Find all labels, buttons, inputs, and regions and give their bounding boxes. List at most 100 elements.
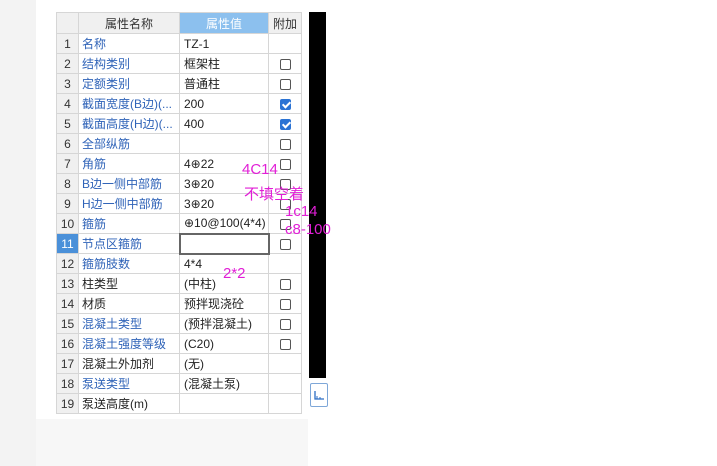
extra-checkbox[interactable] xyxy=(279,238,291,250)
row-number[interactable]: 11 xyxy=(56,233,79,254)
left-gutter xyxy=(0,0,36,466)
property-value[interactable]: 框架柱 xyxy=(179,53,269,74)
corner-button[interactable] xyxy=(310,383,328,407)
table-row[interactable]: 16 混凝土强度等级 (C20) xyxy=(56,333,302,354)
property-name: 结构类别 xyxy=(78,53,180,74)
row-number[interactable]: 6 xyxy=(56,133,79,154)
row-number[interactable]: 4 xyxy=(56,93,79,114)
property-name: 泵送类型 xyxy=(78,373,180,394)
annotation-side-bar: 1c14 xyxy=(285,203,318,220)
extra-cell xyxy=(268,113,302,134)
extra-checkbox[interactable] xyxy=(279,278,291,290)
property-value[interactable]: (预拌混凝土) xyxy=(179,313,269,334)
extra-cell xyxy=(268,273,302,294)
bottom-strip xyxy=(36,419,308,466)
property-name: 箍筋 xyxy=(78,213,180,234)
property-value[interactable] xyxy=(179,133,269,154)
table-row[interactable]: 1 名称 TZ-1 xyxy=(56,33,302,54)
property-name: 节点区箍筋 xyxy=(78,233,180,254)
row-number[interactable]: 19 xyxy=(56,393,79,414)
property-name: 混凝土外加剂 xyxy=(78,353,180,374)
extra-cell xyxy=(268,313,302,334)
header-value[interactable]: 属性值 xyxy=(179,12,269,34)
row-number[interactable]: 14 xyxy=(56,293,79,314)
property-value[interactable]: TZ-1 xyxy=(179,33,269,54)
property-name: 名称 xyxy=(78,33,180,54)
annotation-corner-bar: 4C14 xyxy=(242,161,278,178)
extra-cell xyxy=(268,133,302,154)
table-row[interactable]: 13 柱类型 (中柱) xyxy=(56,273,302,294)
header-name[interactable]: 属性名称 xyxy=(78,12,180,34)
property-value[interactable]: 预拌现浇砼 xyxy=(179,293,269,314)
row-number[interactable]: 12 xyxy=(56,253,79,274)
black-panel xyxy=(309,12,326,378)
table-row[interactable]: 3 定额类别 普通柱 xyxy=(56,73,302,94)
extra-checkbox[interactable] xyxy=(279,158,291,170)
extra-cell xyxy=(268,53,302,74)
row-number[interactable]: 2 xyxy=(56,53,79,74)
table-row[interactable]: 11 节点区箍筋 xyxy=(56,232,302,255)
property-name: 全部纵筋 xyxy=(78,133,180,154)
extra-checkbox[interactable] xyxy=(279,338,291,350)
row-number[interactable]: 5 xyxy=(56,113,79,134)
property-value[interactable]: 400 xyxy=(179,113,269,134)
property-value[interactable] xyxy=(178,232,270,255)
extra-cell xyxy=(268,393,302,414)
table-row[interactable]: 2 结构类别 框架柱 xyxy=(56,53,302,74)
annotation-stirrup: c8-100 xyxy=(285,221,331,238)
extra-checkbox[interactable] xyxy=(279,78,291,90)
row-number[interactable]: 10 xyxy=(56,213,79,234)
annotation-leave-blank: 不填空着 xyxy=(244,186,305,203)
table-row[interactable]: 10 箍筋 ⊕10@100(4*4) xyxy=(56,213,302,234)
property-value[interactable]: ⊕10@100(4*4) xyxy=(179,213,269,234)
row-number[interactable]: 16 xyxy=(56,333,79,354)
extra-checkbox[interactable] xyxy=(279,298,291,310)
extra-checkbox[interactable] xyxy=(279,98,291,110)
property-value[interactable]: 200 xyxy=(179,93,269,114)
table-row[interactable]: 6 全部纵筋 xyxy=(56,133,302,154)
extra-checkbox[interactable] xyxy=(279,58,291,70)
row-number[interactable]: 9 xyxy=(56,193,79,214)
property-name: 箍筋肢数 xyxy=(78,253,180,274)
row-number[interactable]: 1 xyxy=(56,33,79,54)
row-number[interactable]: 3 xyxy=(56,73,79,94)
extra-checkbox[interactable] xyxy=(279,138,291,150)
row-number[interactable]: 15 xyxy=(56,313,79,334)
extra-cell xyxy=(268,33,302,54)
table-row[interactable]: 17 混凝土外加剂 (无) xyxy=(56,353,302,374)
row-number[interactable]: 18 xyxy=(56,373,79,394)
property-value[interactable]: (无) xyxy=(179,353,269,374)
property-name: 柱类型 xyxy=(78,273,180,294)
row-number[interactable]: 7 xyxy=(56,153,79,174)
row-number[interactable]: 17 xyxy=(56,353,79,374)
extra-cell xyxy=(268,373,302,394)
property-value[interactable]: (混凝土泵) xyxy=(179,373,269,394)
property-name: 混凝土强度等级 xyxy=(78,333,180,354)
property-name: 材质 xyxy=(78,293,180,314)
table-row[interactable]: 19 泵送高度(m) xyxy=(56,393,302,414)
extra-cell xyxy=(268,93,302,114)
table-row[interactable]: 4 截面宽度(B边)(... 200 xyxy=(56,93,302,114)
row-number[interactable]: 13 xyxy=(56,273,79,294)
table-row[interactable]: 5 截面高度(H边)(... 400 xyxy=(56,113,302,134)
property-name: 泵送高度(m) xyxy=(78,393,180,414)
property-name: 截面宽度(B边)(... xyxy=(78,93,180,114)
header-extra[interactable]: 附加 xyxy=(268,12,302,34)
annotation-legs: 2*2 xyxy=(223,265,246,282)
row-number[interactable]: 8 xyxy=(56,173,79,194)
extra-cell xyxy=(268,73,302,94)
table-row[interactable]: 12 箍筋肢数 4*4 xyxy=(56,253,302,274)
table-row[interactable]: 15 混凝土类型 (预拌混凝土) xyxy=(56,313,302,334)
extra-checkbox[interactable] xyxy=(279,318,291,330)
property-name: 定额类别 xyxy=(78,73,180,94)
extra-cell xyxy=(268,333,302,354)
property-value[interactable]: (C20) xyxy=(179,333,269,354)
table-row[interactable]: 14 材质 预拌现浇砼 xyxy=(56,293,302,314)
extra-cell xyxy=(268,293,302,314)
extra-checkbox[interactable] xyxy=(279,118,291,130)
property-value[interactable]: 普通柱 xyxy=(179,73,269,94)
property-name: 角筋 xyxy=(78,153,180,174)
property-value[interactable] xyxy=(179,393,269,414)
property-name: H边一侧中部筋 xyxy=(78,193,180,214)
table-row[interactable]: 18 泵送类型 (混凝土泵) xyxy=(56,373,302,394)
